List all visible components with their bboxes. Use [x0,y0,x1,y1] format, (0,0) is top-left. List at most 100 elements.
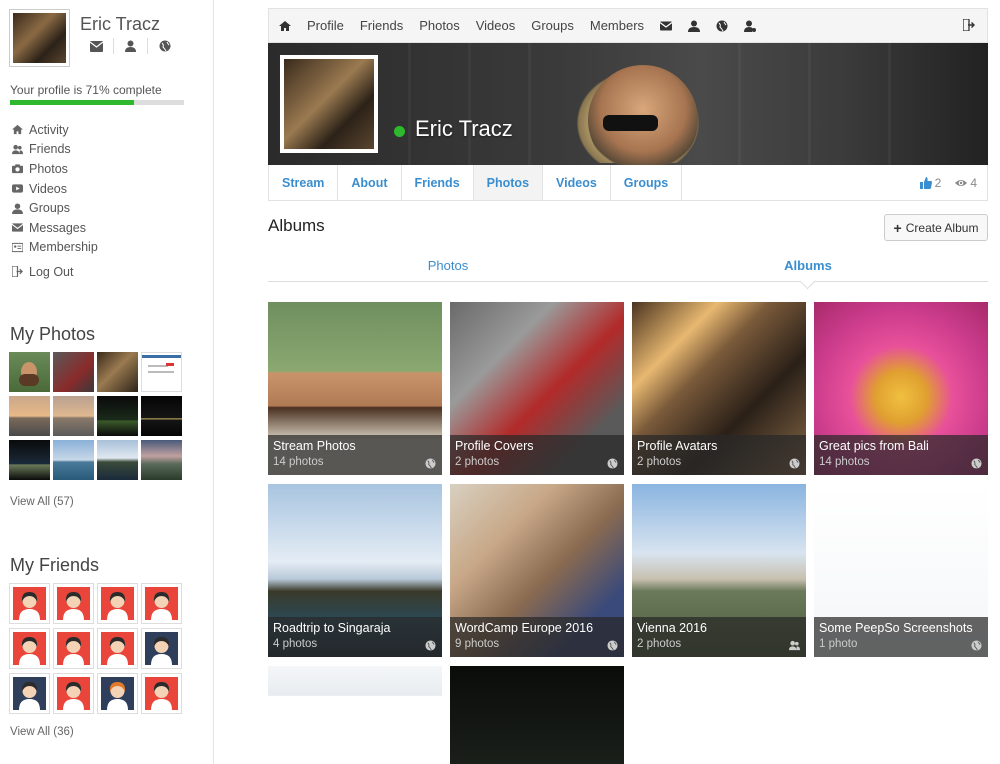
camera-icon [12,164,23,174]
photo-thumb[interactable] [97,352,138,392]
my-photos-view-all[interactable]: View All (57) [10,496,74,508]
photo-thumb[interactable] [9,352,50,392]
nav-photos[interactable]: Photos [419,18,459,33]
menu-item-activity[interactable]: Activity [12,120,98,140]
tab-photos[interactable]: Photos [473,165,544,200]
menu-item-photos[interactable]: Photos [12,159,98,179]
left-sidebar: Eric Tracz Your profile is 71% complete … [0,0,214,764]
nav-members[interactable]: Members [590,18,644,33]
album-card[interactable]: Profile Avatars 2 photos [632,302,806,475]
friend-avatar[interactable] [97,628,138,669]
profile-menu: Activity Friends Photos Videos Groups Me… [12,120,98,282]
profile-progress-fill [10,100,134,105]
album-card[interactable]: Stream Photos 14 photos [268,302,442,475]
create-album-button[interactable]: + Create Album [884,214,988,241]
friend-avatar[interactable] [97,673,138,714]
tab-groups[interactable]: Groups [611,165,683,200]
menu-item-groups[interactable]: Groups [12,198,98,218]
album-title: Stream Photos [273,439,356,453]
album-card[interactable]: Vienna 2016 2 photos [632,484,806,657]
menu-item-logout[interactable]: Log Out [12,262,98,282]
photo-thumb[interactable] [97,440,138,480]
friend-avatar[interactable] [141,628,182,669]
profile-name[interactable]: Eric Tracz [80,14,160,35]
friend-avatar[interactable] [97,583,138,624]
user-icon[interactable] [688,20,701,32]
tab-videos[interactable]: Videos [543,165,611,200]
likes-count[interactable]: 2 [919,176,941,190]
nav-groups[interactable]: Groups [531,18,574,33]
tab-about[interactable]: About [338,165,402,200]
album-card[interactable] [450,666,624,764]
profile-stats: 2 4 [906,165,987,200]
friend-avatar[interactable] [53,628,94,669]
menu-item-friends[interactable]: Friends [12,140,98,160]
album-title: Some PeepSo Screenshots [819,621,973,635]
photo-thumb[interactable] [53,396,94,436]
envelope-icon [12,223,23,232]
album-card[interactable]: Profile Covers 2 photos [450,302,624,475]
menu-item-videos[interactable]: Videos [12,179,98,199]
profile-cover[interactable]: Eric Tracz [268,43,988,165]
photo-thumb[interactable] [141,440,182,480]
home-icon[interactable] [279,20,291,32]
photo-thumb[interactable] [9,396,50,436]
album-card[interactable]: Great pics from Bali 14 photos [814,302,988,475]
online-status-icon [394,126,405,137]
cover-profile-name: Eric Tracz [415,116,513,141]
photo-thumb[interactable] [53,440,94,480]
subtab-albums[interactable]: Albums [628,250,988,281]
avatar[interactable] [9,9,70,67]
globe-icon [971,458,982,469]
photo-thumb[interactable] [141,396,182,436]
nav-friends[interactable]: Friends [360,18,403,33]
user-icon[interactable] [114,38,148,54]
create-album-label: Create Album [905,220,979,235]
messages-icon[interactable] [660,20,673,32]
cover-avatar[interactable] [280,55,378,153]
friend-avatar[interactable] [141,673,182,714]
play-icon [12,184,23,193]
album-card[interactable]: WordCamp Europe 2016 9 photos [450,484,624,657]
my-friends-view-all[interactable]: View All (36) [10,726,74,738]
menu-item-messages[interactable]: Messages [12,218,98,238]
nav-videos[interactable]: Videos [476,18,516,33]
photo-thumb[interactable] [97,396,138,436]
album-caption: Vienna 2016 2 photos [632,617,806,657]
album-count: 2 photos [637,456,682,468]
envelope-icon[interactable] [80,38,114,54]
album-count: 2 photos [637,638,682,650]
subtab-photos[interactable]: Photos [268,250,628,281]
sign-out-icon[interactable] [962,18,975,34]
eye-icon [955,179,968,186]
globe-icon [971,640,982,651]
cover-photo-sunglasses [603,115,658,131]
menu-label: Messages [29,220,86,235]
globe-icon[interactable] [148,38,182,54]
album-card[interactable]: Roadtrip to Singaraja 4 photos [268,484,442,657]
friend-avatar[interactable] [53,583,94,624]
globe-icon [607,640,618,651]
friend-avatar[interactable] [9,628,50,669]
friend-avatar[interactable] [53,673,94,714]
friend-avatar[interactable] [9,673,50,714]
friends-icon [789,640,800,651]
album-card[interactable]: Some PeepSo Screenshots 1 photo [814,484,988,657]
thumbs-up-icon [919,176,932,189]
user-icon [12,203,23,214]
nav-profile[interactable]: Profile [307,18,344,33]
photo-thumb[interactable] [9,440,50,480]
views-count: 4 [955,176,977,190]
friend-avatar[interactable] [9,583,50,624]
globe-icon[interactable] [716,20,728,32]
tab-friends[interactable]: Friends [402,165,474,200]
album-card[interactable] [268,666,442,764]
menu-item-membership[interactable]: Membership [12,238,98,258]
album-count: 14 photos [819,456,870,468]
friend-avatar[interactable] [141,583,182,624]
tab-stream[interactable]: Stream [269,165,339,200]
photo-thumb[interactable] [141,352,182,392]
menu-label: Log Out [29,264,74,279]
user-settings-icon[interactable] [744,20,757,32]
photo-thumb[interactable] [53,352,94,392]
